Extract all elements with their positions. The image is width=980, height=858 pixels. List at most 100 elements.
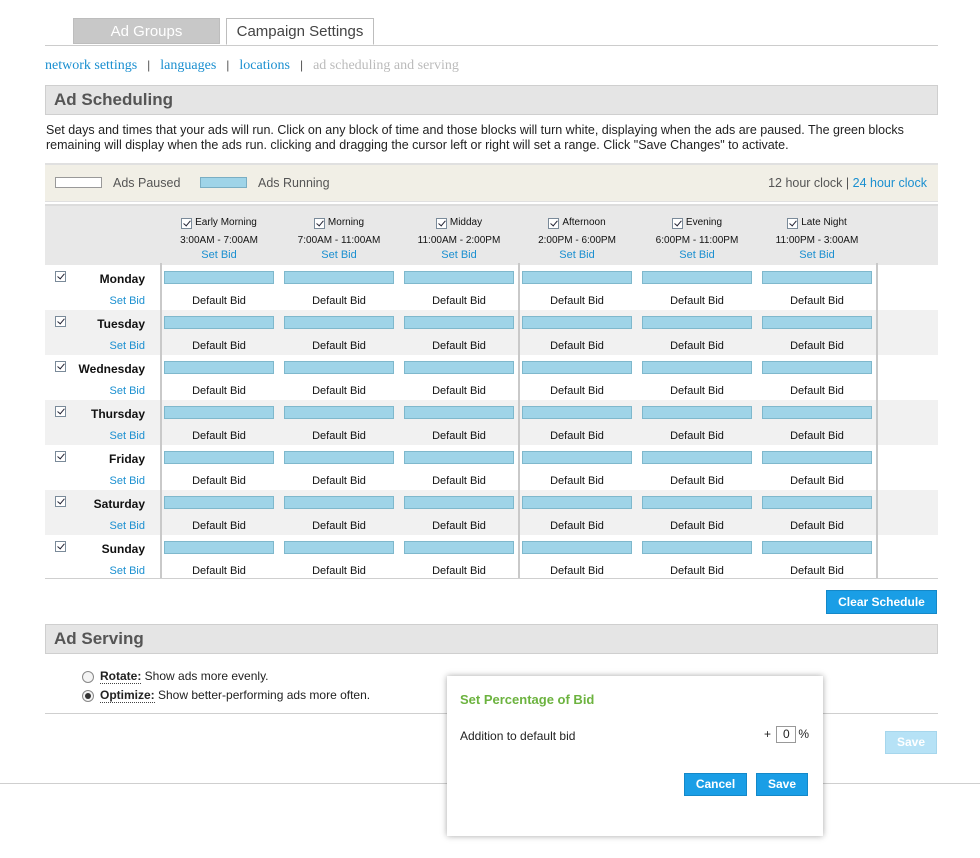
- schedule-slot[interactable]: [284, 541, 394, 554]
- schedule-slot[interactable]: [522, 541, 632, 554]
- schedule-slot[interactable]: [164, 496, 274, 509]
- period-checkbox[interactable]: [671, 217, 683, 229]
- schedule-slot[interactable]: [762, 406, 872, 419]
- period-set-bid-link[interactable]: Set Bid: [518, 248, 636, 262]
- schedule-slot[interactable]: [284, 361, 394, 374]
- save-button[interactable]: Save: [885, 731, 937, 754]
- rotate-radio[interactable]: [82, 670, 94, 683]
- schedule-slot[interactable]: [762, 451, 872, 464]
- schedule-slot[interactable]: [284, 316, 394, 329]
- schedule-slot[interactable]: [284, 496, 394, 509]
- period-checkbox[interactable]: [548, 217, 560, 229]
- slot-default-bid: Default Bid: [790, 430, 844, 442]
- slot-default-bid: Default Bid: [432, 430, 486, 442]
- schedule-slot[interactable]: [164, 451, 274, 464]
- schedule-slot[interactable]: [522, 316, 632, 329]
- schedule-slot[interactable]: [642, 361, 752, 374]
- schedule-slot[interactable]: [522, 361, 632, 374]
- schedule-slot[interactable]: [522, 406, 632, 419]
- schedule-slot[interactable]: [404, 361, 514, 374]
- dialog-cancel-button[interactable]: Cancel: [684, 773, 747, 796]
- schedule-slot[interactable]: [164, 541, 274, 554]
- subnav-network-settings[interactable]: network settings: [45, 58, 137, 73]
- period-set-bid-link[interactable]: Set Bid: [638, 248, 756, 262]
- dialog-save-button[interactable]: Save: [756, 773, 808, 796]
- schedule-slot[interactable]: [284, 271, 394, 284]
- schedule-slot[interactable]: [762, 541, 872, 554]
- schedule-slot[interactable]: [642, 406, 752, 419]
- schedule-slot[interactable]: [404, 271, 514, 284]
- schedule-slot[interactable]: [164, 271, 274, 284]
- schedule-slot[interactable]: [404, 496, 514, 509]
- schedule-slot[interactable]: [642, 271, 752, 284]
- day-row: Monday Set Bid Default Bid Default Bid Defau…: [45, 265, 938, 310]
- subnav-languages[interactable]: languages: [160, 58, 216, 73]
- day-set-bid-link[interactable]: Set Bid: [45, 340, 145, 352]
- clear-schedule-button[interactable]: Clear Schedule: [826, 590, 937, 614]
- schedule-slot[interactable]: [642, 451, 752, 464]
- period-name: Late Night: [787, 216, 847, 230]
- schedule-slot[interactable]: [762, 316, 872, 329]
- schedule-slot[interactable]: [164, 406, 274, 419]
- clock-24-hour-link[interactable]: 24 hour clock: [853, 176, 927, 190]
- schedule-slot[interactable]: [284, 406, 394, 419]
- day-set-bid-link[interactable]: Set Bid: [45, 520, 145, 532]
- period-checkbox[interactable]: [313, 217, 325, 229]
- schedule-slot[interactable]: [762, 361, 872, 374]
- schedule-slot[interactable]: [164, 316, 274, 329]
- slot-default-bid: Default Bid: [670, 295, 724, 307]
- schedule-slot[interactable]: [522, 451, 632, 464]
- period-label: Evening: [685, 217, 723, 228]
- schedule-slot[interactable]: [762, 496, 872, 509]
- ad-scheduling-header: Ad Scheduling: [45, 85, 938, 115]
- rotate-option[interactable]: Rotate: Show ads more evenly.: [82, 669, 269, 684]
- running-swatch: [200, 177, 247, 188]
- day-row: Wednesday Set Bid Default Bid Default Bid De…: [45, 355, 938, 400]
- tab-bar: Ad Groups Campaign Settings: [45, 18, 938, 46]
- schedule-slot[interactable]: [522, 496, 632, 509]
- period-name: Afternoon: [548, 216, 606, 230]
- period-time: 11:00PM - 3:00AM: [775, 234, 859, 246]
- schedule-slot[interactable]: [762, 271, 872, 284]
- dialog-title: Set Percentage of Bid: [460, 692, 595, 707]
- rotate-label: Rotate:: [100, 669, 142, 684]
- optimize-text: Show better-performing ads more often.: [154, 688, 371, 702]
- period-label: Morning: [327, 217, 365, 228]
- day-set-bid-link[interactable]: Set Bid: [45, 385, 145, 397]
- period-set-bid-link[interactable]: Set Bid: [758, 248, 876, 262]
- slot-default-bid: Default Bid: [432, 385, 486, 397]
- schedule-slot[interactable]: [164, 361, 274, 374]
- day-set-bid-link[interactable]: Set Bid: [45, 565, 145, 577]
- subnav-separator: |: [226, 58, 230, 72]
- slot-default-bid: Default Bid: [790, 385, 844, 397]
- tab-campaign-settings[interactable]: Campaign Settings: [226, 18, 374, 45]
- optimize-radio[interactable]: [82, 689, 94, 702]
- schedule-slot[interactable]: [642, 496, 752, 509]
- schedule-slot[interactable]: [404, 451, 514, 464]
- subnav-locations[interactable]: locations: [239, 58, 290, 73]
- tab-ad-groups[interactable]: Ad Groups: [73, 18, 220, 44]
- period-set-bid-link[interactable]: Set Bid: [160, 248, 278, 262]
- schedule-slot[interactable]: [522, 271, 632, 284]
- schedule-slot[interactable]: [642, 316, 752, 329]
- running-label: Ads Running: [258, 176, 330, 190]
- day-name: Tuesday: [97, 317, 145, 331]
- period-set-bid-link[interactable]: Set Bid: [400, 248, 518, 262]
- schedule-slot[interactable]: [642, 541, 752, 554]
- day-set-bid-link[interactable]: Set Bid: [45, 430, 145, 442]
- schedule-slot[interactable]: [284, 451, 394, 464]
- day-set-bid-link[interactable]: Set Bid: [45, 295, 145, 307]
- period-checkbox[interactable]: [181, 217, 193, 229]
- period-checkbox[interactable]: [435, 217, 447, 229]
- schedule-slot[interactable]: [404, 316, 514, 329]
- schedule-slot[interactable]: [404, 541, 514, 554]
- day-set-bid-link[interactable]: Set Bid: [45, 475, 145, 487]
- optimize-option[interactable]: Optimize: Show better-performing ads mor…: [82, 688, 371, 703]
- schedule-slot[interactable]: [404, 406, 514, 419]
- optimize-label: Optimize:: [100, 688, 155, 703]
- percentage-input[interactable]: 0: [776, 726, 797, 743]
- period-set-bid-link[interactable]: Set Bid: [280, 248, 398, 262]
- percent-sign: %: [798, 727, 810, 741]
- period-checkbox[interactable]: [787, 217, 799, 229]
- slot-default-bid: Default Bid: [312, 340, 366, 352]
